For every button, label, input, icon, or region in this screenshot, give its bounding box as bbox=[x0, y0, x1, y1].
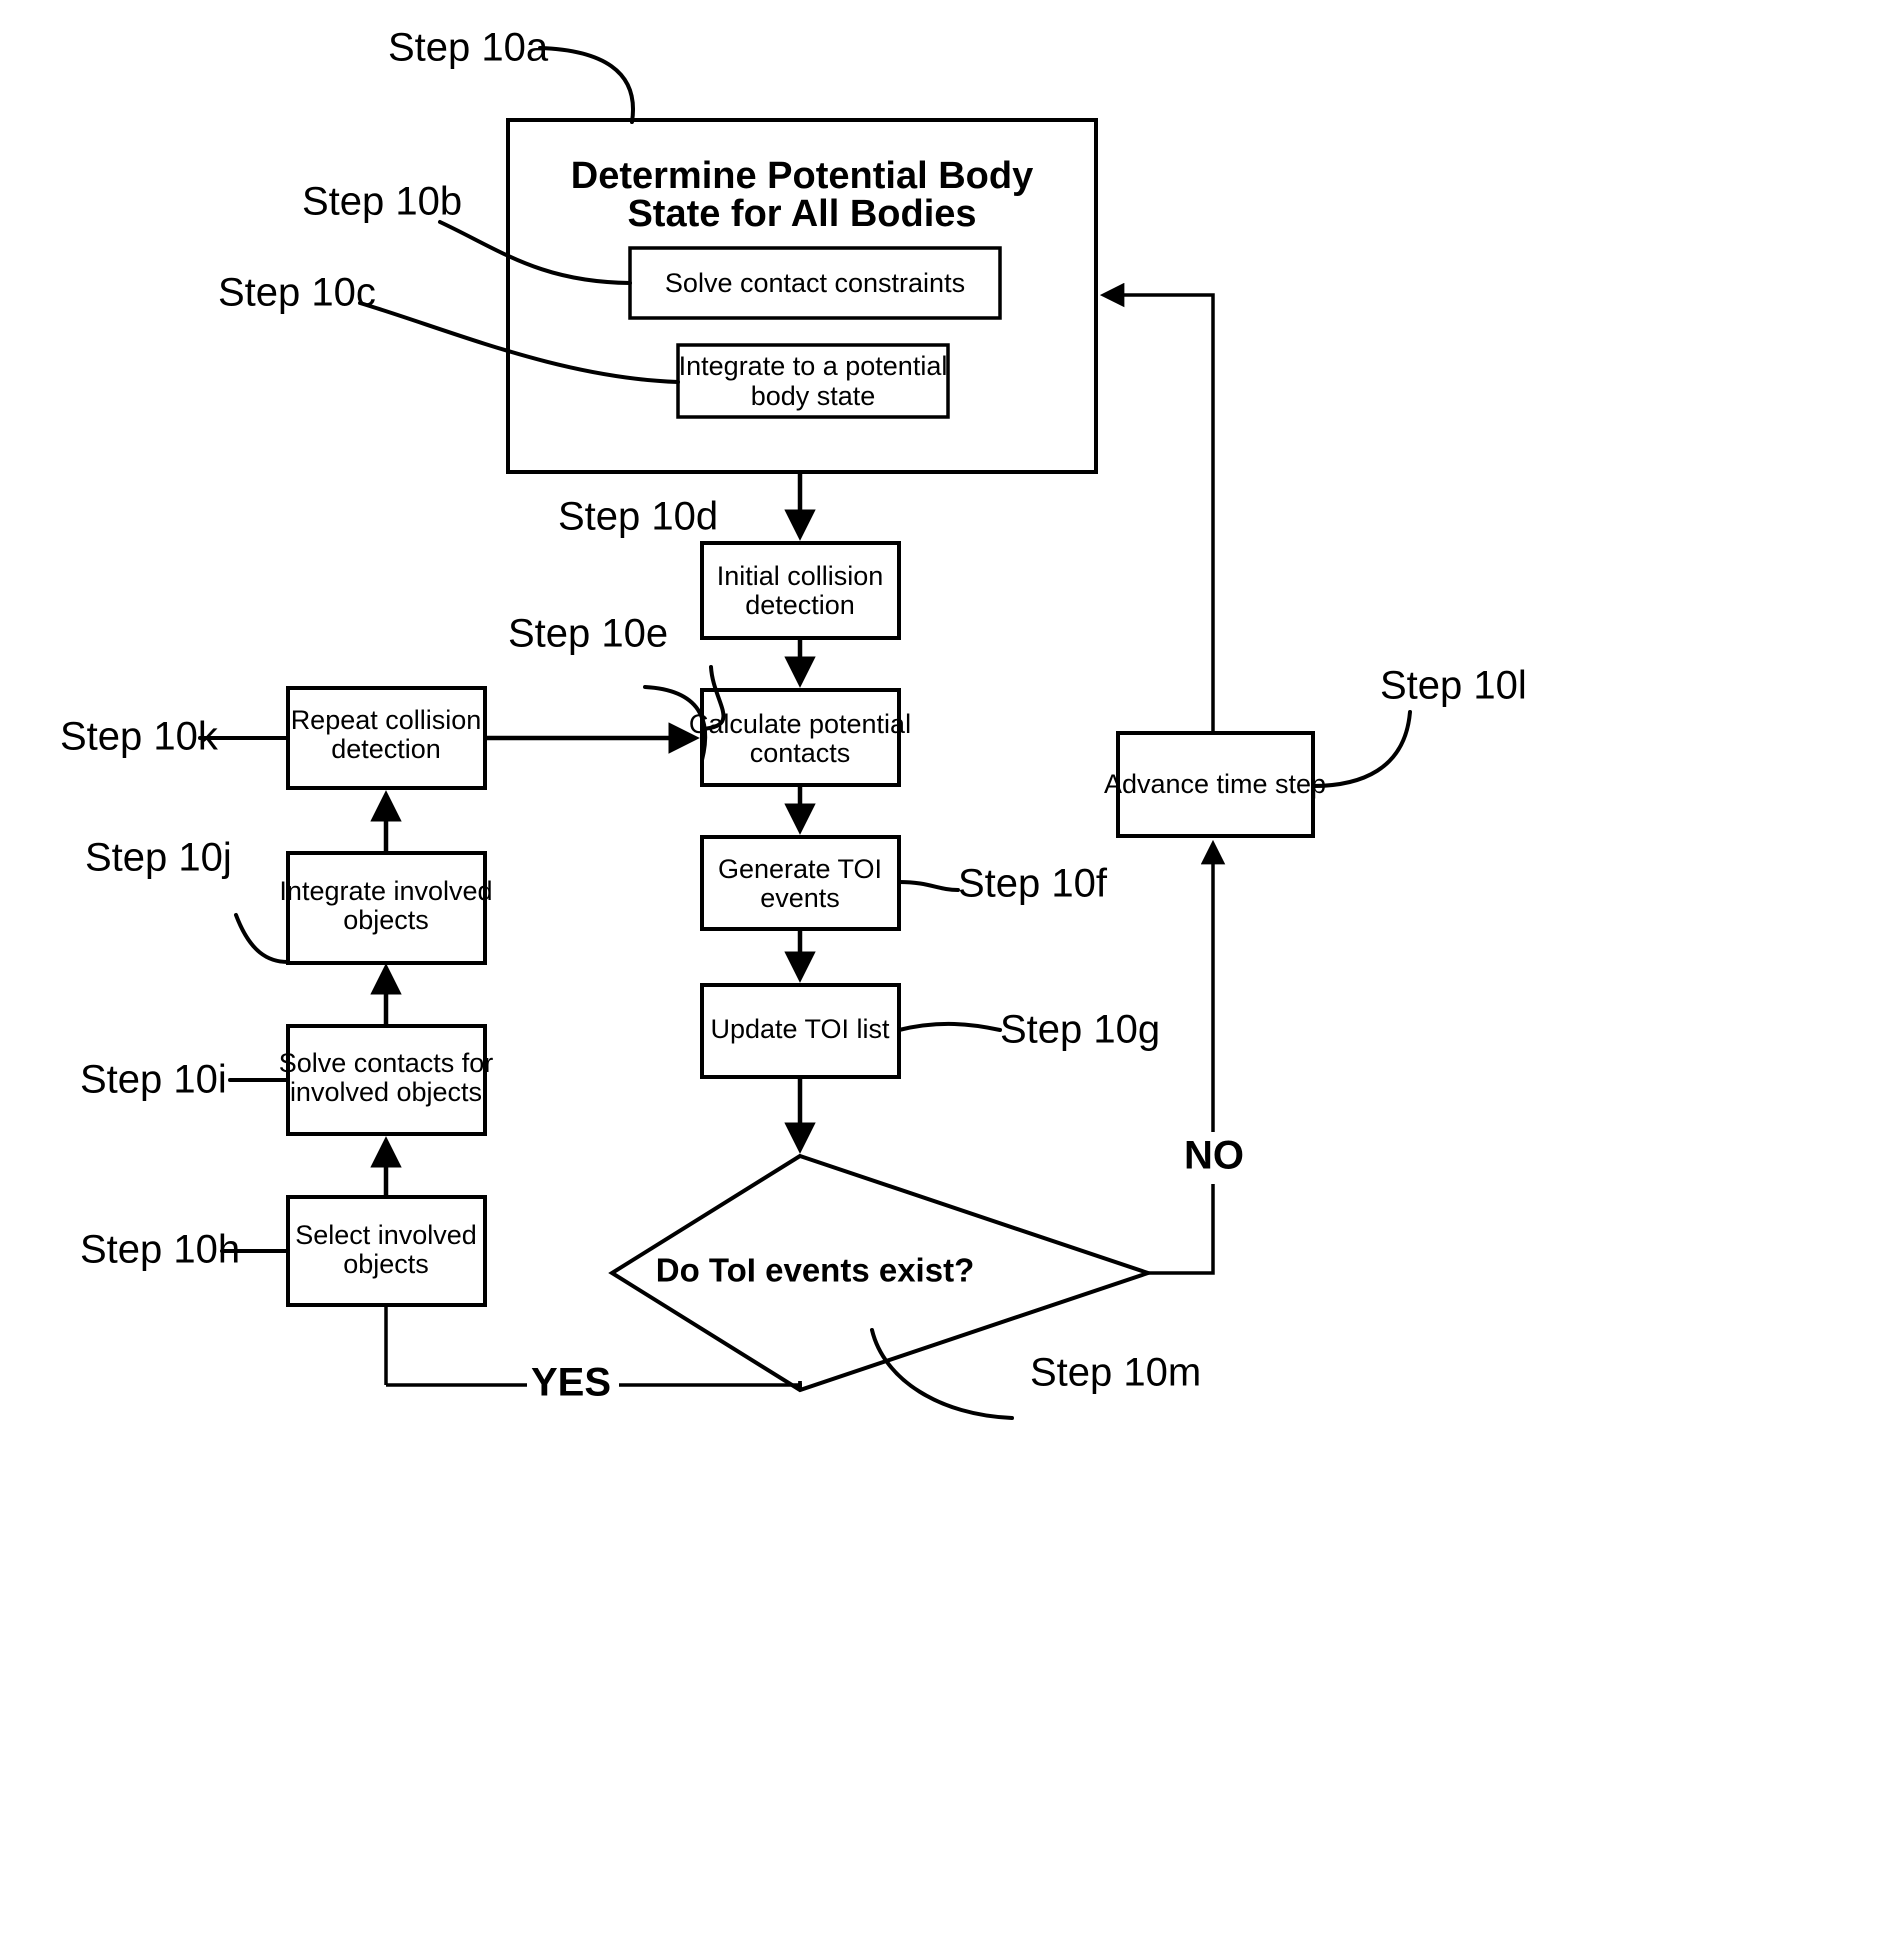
leader-step-10f bbox=[897, 880, 960, 892]
connector-advance-time-step-to-outer-box bbox=[1099, 282, 1215, 733]
step-label-10j: Step 10j bbox=[85, 836, 232, 880]
leader-step-10j bbox=[234, 913, 290, 964]
leader-step-10g bbox=[897, 1021, 1002, 1032]
node-select-involved-objects-label-line1: Select involved bbox=[295, 1220, 477, 1250]
step-label-10k: Step 10k bbox=[60, 715, 219, 759]
flowchart-svg: Determine Potential Body State for All B… bbox=[60, 26, 1527, 1420]
step-label-10l: Step 10l bbox=[1380, 664, 1527, 708]
node-decision-toi-events-exist-label: Do ToI events exist? bbox=[656, 1252, 974, 1289]
node-advance-time-step-label: Advance time step bbox=[1104, 769, 1326, 799]
node-integrate-potential-body-state-label-line1: Integrate to a potential bbox=[679, 351, 948, 381]
branch-label-no: NO bbox=[1184, 1134, 1244, 1178]
leader-step-10a bbox=[538, 46, 636, 124]
leader-step-10l bbox=[1311, 710, 1412, 788]
node-update-toi-list-label: Update TOI list bbox=[710, 1014, 890, 1044]
node-generate-toi-events-label-line2: events bbox=[760, 883, 840, 913]
node-initial-collision-detection-label-line1: Initial collision bbox=[717, 561, 884, 591]
node-repeat-collision-detection-label-line2: detection bbox=[331, 734, 441, 764]
node-select-involved-objects-label-line2: objects bbox=[343, 1249, 429, 1279]
node-integrate-involved-objects-label-line2: objects bbox=[343, 905, 429, 935]
node-generate-toi-events-label-line1: Generate TOI bbox=[718, 854, 882, 884]
step-label-10c: Step 10c bbox=[218, 271, 376, 315]
node-solve-contacts-involved-objects-label-line1: Solve contacts for bbox=[279, 1048, 494, 1078]
step-label-10a: Step 10a bbox=[388, 26, 549, 70]
branch-label-yes: YES bbox=[531, 1361, 611, 1405]
node-solve-contacts-involved-objects-label-line2: involved objects bbox=[290, 1077, 482, 1107]
step-label-10b: Step 10b bbox=[302, 180, 462, 224]
connector-decision-no-to-advance-time-step bbox=[1148, 839, 1226, 1275]
node-determine-potential-body-state-label-line2: State for All Bodies bbox=[627, 193, 976, 235]
step-label-10m: Step 10m bbox=[1030, 1351, 1201, 1395]
node-calculate-potential-contacts-label-line2: contacts bbox=[750, 738, 851, 768]
step-label-10d: Step 10d bbox=[558, 495, 718, 539]
node-repeat-collision-detection-label-line1: Repeat collision bbox=[291, 705, 482, 735]
node-solve-contact-constraints-label: Solve contact constraints bbox=[665, 268, 965, 298]
step-label-10h: Step 10h bbox=[80, 1228, 240, 1272]
node-determine-potential-body-state-label-line1: Determine Potential Body bbox=[571, 155, 1033, 197]
step-label-10f: Step 10f bbox=[958, 862, 1108, 906]
node-integrate-potential-body-state-label-line2: body state bbox=[751, 381, 876, 411]
flowchart-canvas: Determine Potential Body State for All B… bbox=[0, 0, 1904, 1941]
step-label-10g: Step 10g bbox=[1000, 1008, 1160, 1052]
node-integrate-involved-objects-label-line1: Integrate involved bbox=[279, 876, 492, 906]
step-label-10e: Step 10e bbox=[508, 612, 668, 656]
node-initial-collision-detection-label-line2: detection bbox=[745, 590, 855, 620]
step-label-10i: Step 10i bbox=[80, 1058, 227, 1102]
